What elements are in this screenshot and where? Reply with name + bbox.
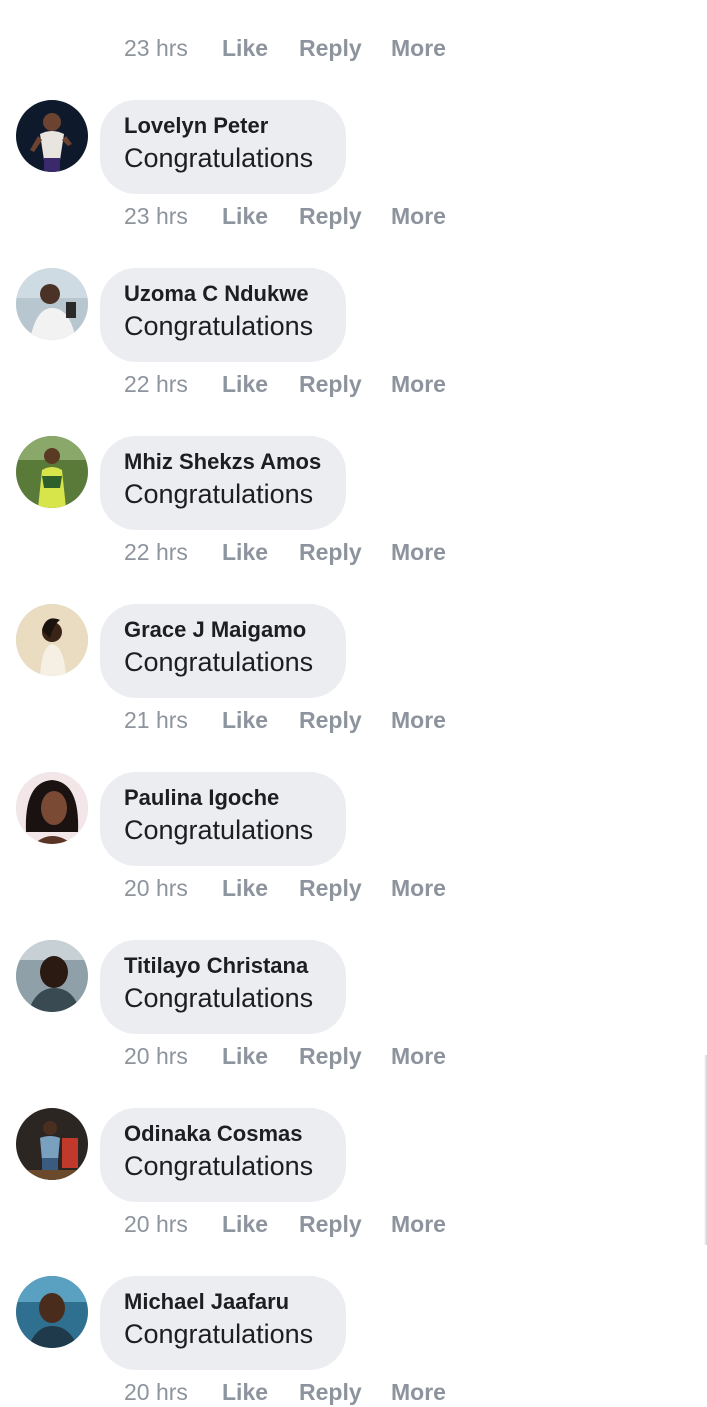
comment-meta: 20 hrs Like Reply More xyxy=(124,1377,446,1407)
comment-thread: 23 hrs Like Reply More Lovelyn Peter Con… xyxy=(0,0,707,1405)
avatar[interactable] xyxy=(16,1108,88,1180)
comment-author[interactable]: Titilayo Christana xyxy=(124,952,322,980)
profile-photo-icon xyxy=(16,940,88,1012)
profile-photo-icon xyxy=(16,772,88,844)
more-button[interactable]: More xyxy=(391,1379,446,1406)
comment: Mhiz Shekzs Amos Congratulations 22 hrs … xyxy=(0,360,707,565)
comment-text: Congratulations xyxy=(124,311,314,341)
comment-bubble[interactable]: Titilayo Christana Congratulations xyxy=(100,940,346,1034)
comment-bubble[interactable]: Grace J Maigamo Congratulations xyxy=(100,604,346,698)
comment-author[interactable]: Mhiz Shekzs Amos xyxy=(124,448,322,476)
comment-time[interactable]: 20 hrs xyxy=(124,1379,222,1406)
comment-text: Congratulations xyxy=(124,1319,314,1349)
comment: Odinaka Cosmas Congratulations 20 hrs Li… xyxy=(0,1032,707,1237)
avatar[interactable] xyxy=(16,604,88,676)
comment-author[interactable]: Grace J Maigamo xyxy=(124,616,322,644)
reply-button[interactable]: Reply xyxy=(299,1379,391,1406)
avatar[interactable] xyxy=(16,940,88,1012)
avatar[interactable] xyxy=(16,1276,88,1348)
comment-text: Congratulations xyxy=(124,1151,314,1181)
comment-bubble[interactable]: Lovelyn Peter Congratulations xyxy=(100,100,346,194)
avatar[interactable] xyxy=(16,436,88,508)
profile-photo-icon xyxy=(16,604,88,676)
comment: Grace J Maigamo Congratulations 21 hrs L… xyxy=(0,528,707,733)
profile-photo-icon xyxy=(16,268,88,340)
comment-text: Congratulations xyxy=(124,647,314,677)
avatar[interactable] xyxy=(16,100,88,172)
comment: Michael Jaafaru Congratulations 20 hrs L… xyxy=(0,1200,707,1405)
comment-author[interactable]: Michael Jaafaru xyxy=(124,1288,322,1316)
avatar[interactable] xyxy=(16,268,88,340)
comment-text: Congratulations xyxy=(124,143,314,173)
comment-bubble[interactable]: Mhiz Shekzs Amos Congratulations xyxy=(100,436,346,530)
profile-photo-icon xyxy=(16,1276,88,1348)
like-button[interactable]: Like xyxy=(222,1379,299,1406)
comment-text: Congratulations xyxy=(124,815,314,845)
comment-author[interactable]: Paulina Igoche xyxy=(124,784,322,812)
comment-author[interactable]: Lovelyn Peter xyxy=(124,112,322,140)
comment-text: Congratulations xyxy=(124,479,314,509)
comment: Paulina Igoche Congratulations 20 hrs Li… xyxy=(0,696,707,901)
comment: Titilayo Christana Congratulations 20 hr… xyxy=(0,864,707,1069)
profile-photo-icon xyxy=(16,100,88,172)
comment-author[interactable]: Uzoma C Ndukwe xyxy=(124,280,322,308)
profile-photo-icon xyxy=(16,436,88,508)
comment-author[interactable]: Odinaka Cosmas xyxy=(124,1120,322,1148)
comment: 23 hrs Like Reply More xyxy=(0,0,707,61)
comment-bubble[interactable]: Uzoma C Ndukwe Congratulations xyxy=(100,268,346,362)
comment: Lovelyn Peter Congratulations 23 hrs Lik… xyxy=(0,24,707,229)
avatar[interactable] xyxy=(16,772,88,844)
comment-bubble[interactable]: Paulina Igoche Congratulations xyxy=(100,772,346,866)
comment-bubble[interactable]: Odinaka Cosmas Congratulations xyxy=(100,1108,346,1202)
comment-bubble[interactable]: Michael Jaafaru Congratulations xyxy=(100,1276,346,1370)
profile-photo-icon xyxy=(16,1108,88,1180)
comment: Uzoma C Ndukwe Congratulations 22 hrs Li… xyxy=(0,192,707,397)
comment-text: Congratulations xyxy=(124,983,314,1013)
